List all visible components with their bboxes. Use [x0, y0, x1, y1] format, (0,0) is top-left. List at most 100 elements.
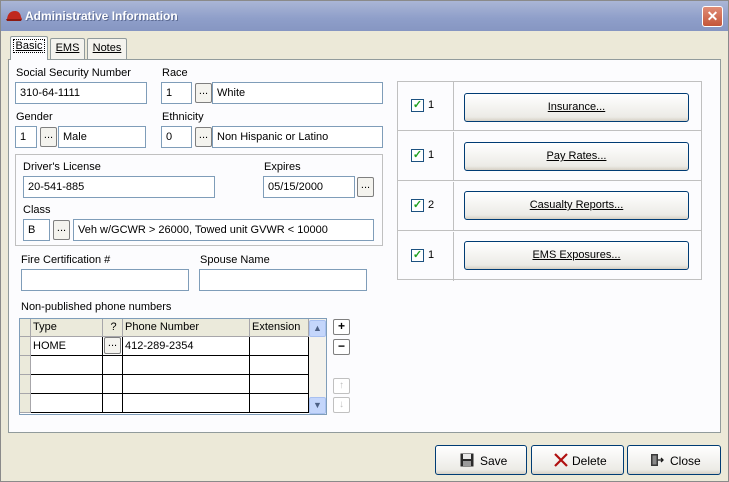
- pay-rates-count: 1: [428, 149, 435, 161]
- pay-rates-button-label: Pay Rates...: [546, 150, 607, 162]
- phone-numbers-grid[interactable]: Type ? Phone Number Extension HOME ... 4…: [19, 318, 327, 415]
- fire-certification-label: Fire Certification #: [21, 254, 111, 266]
- empty-cell[interactable]: [31, 375, 103, 394]
- exit-door-icon: [651, 454, 664, 466]
- empty-cell[interactable]: [250, 394, 309, 413]
- column-header-extension[interactable]: Extension: [250, 319, 309, 337]
- empty-cell[interactable]: [103, 356, 123, 375]
- ethnicity-label: Ethnicity: [162, 111, 204, 123]
- save-button-label: Save: [480, 454, 508, 468]
- phone-type-lookup-button[interactable]: ...: [104, 337, 121, 354]
- ssn-label: Social Security Number: [16, 67, 131, 79]
- delete-x-icon: [554, 453, 568, 467]
- grid-corner: [20, 319, 31, 337]
- ethnicity-lookup-button[interactable]: ...: [195, 127, 212, 147]
- class-lookup-button[interactable]: ...: [53, 220, 70, 240]
- tab-ems[interactable]: EMS: [50, 38, 85, 59]
- expires-field[interactable]: 05/15/2000: [263, 176, 355, 198]
- pay-rates-checkbox[interactable]: ✓: [411, 149, 424, 162]
- tab-notes-label: Notes: [92, 42, 122, 54]
- fire-helmet-icon: [6, 11, 22, 21]
- empty-cell[interactable]: [31, 394, 103, 413]
- casualty-reports-button[interactable]: Casualty Reports...: [464, 191, 689, 220]
- ems-exposures-checkbox[interactable]: ✓: [411, 249, 424, 262]
- class-label: Class: [23, 204, 51, 216]
- column-header-question[interactable]: ?: [103, 319, 123, 337]
- insurance-button[interactable]: Insurance...: [464, 93, 689, 122]
- ssn-field[interactable]: 310-64-1111: [15, 82, 147, 104]
- gender-code-field[interactable]: 1: [15, 126, 37, 148]
- class-text-field[interactable]: Veh w/GCWR > 26000, Towed unit GVWR < 10…: [73, 219, 374, 241]
- scroll-up-icon[interactable]: ▲: [309, 320, 326, 337]
- gender-text-field[interactable]: Male: [58, 126, 146, 148]
- column-header-phone-number[interactable]: Phone Number: [123, 319, 250, 337]
- ems-exposures-button-label: EMS Exposures...: [532, 249, 621, 261]
- ems-exposures-count: 1: [428, 249, 435, 261]
- empty-cell[interactable]: [123, 375, 250, 394]
- title-bar[interactable]: Administrative Information ✕: [1, 1, 728, 31]
- close-button[interactable]: Close: [627, 445, 721, 475]
- insurance-row: ✓ 1 Insurance...: [398, 82, 701, 131]
- race-code-field[interactable]: 1: [161, 82, 192, 104]
- delete-button[interactable]: Delete: [531, 445, 624, 475]
- ethnicity-code-field[interactable]: 0: [161, 126, 192, 148]
- empty-cell[interactable]: [103, 394, 123, 413]
- gender-label: Gender: [16, 111, 53, 123]
- race-label: Race: [162, 67, 188, 79]
- casualty-reports-button-label: Casualty Reports...: [529, 199, 624, 211]
- empty-cell[interactable]: [123, 394, 250, 413]
- expires-date-picker-button[interactable]: ...: [357, 177, 374, 197]
- casualty-reports-count: 2: [428, 199, 435, 211]
- pay-rates-row: ✓ 1 Pay Rates...: [398, 132, 701, 181]
- pay-rates-button[interactable]: Pay Rates...: [464, 142, 689, 171]
- insurance-checkbox[interactable]: ✓: [411, 99, 424, 112]
- spouse-name-label: Spouse Name: [200, 254, 270, 266]
- tab-basic[interactable]: Basic: [10, 36, 48, 60]
- phone-numbers-label: Non-published phone numbers: [21, 301, 172, 313]
- row-selector[interactable]: [20, 375, 31, 394]
- gender-lookup-button[interactable]: ...: [40, 127, 57, 147]
- tab-notes[interactable]: Notes: [87, 38, 127, 59]
- casualty-reports-row: ✓ 2 Casualty Reports...: [398, 182, 701, 231]
- row-selector[interactable]: [20, 394, 31, 413]
- empty-cell[interactable]: [31, 356, 103, 375]
- drivers-license-field[interactable]: 20-541-885: [23, 176, 215, 198]
- grid-vertical-scrollbar[interactable]: ▲ ▼: [309, 319, 326, 414]
- insurance-count: 1: [428, 99, 435, 111]
- race-text-field[interactable]: White: [212, 82, 383, 104]
- empty-cell[interactable]: [250, 375, 309, 394]
- tab-basic-label: Basic: [12, 39, 46, 53]
- close-button-label: Close: [670, 454, 701, 468]
- fire-certification-field[interactable]: [21, 269, 189, 291]
- ems-exposures-row: ✓ 1 EMS Exposures...: [398, 232, 701, 281]
- close-icon: ✕: [706, 8, 719, 24]
- casualty-reports-checkbox[interactable]: ✓: [411, 199, 424, 212]
- row-selector[interactable]: [20, 356, 31, 375]
- phone-extension-cell[interactable]: [250, 337, 309, 356]
- class-code-field[interactable]: B: [23, 219, 50, 241]
- move-down-button[interactable]: ↓: [333, 397, 350, 413]
- phone-question-cell[interactable]: ...: [103, 337, 123, 356]
- related-records-panel: ✓ 1 Insurance... ✓ 1 Pay Rates... ✓ 2 Ca…: [397, 81, 702, 281]
- scroll-down-icon[interactable]: ▼: [309, 397, 326, 414]
- tab-ems-label: EMS: [55, 42, 80, 54]
- row-selector[interactable]: [20, 337, 31, 356]
- add-phone-button[interactable]: +: [333, 319, 350, 335]
- window-close-button[interactable]: ✕: [702, 6, 723, 27]
- administrative-information-window: Administrative Information ✕ Basic EMS N…: [0, 0, 729, 482]
- phone-number-cell[interactable]: 412-289-2354: [123, 337, 250, 356]
- floppy-disk-icon: [460, 453, 474, 467]
- insurance-button-label: Insurance...: [547, 101, 606, 113]
- remove-phone-button[interactable]: −: [333, 339, 350, 355]
- column-header-type[interactable]: Type: [31, 319, 103, 337]
- save-button[interactable]: Save: [435, 445, 527, 475]
- ems-exposures-button[interactable]: EMS Exposures...: [464, 241, 689, 270]
- empty-cell[interactable]: [103, 375, 123, 394]
- spouse-name-field[interactable]: [199, 269, 367, 291]
- move-up-button[interactable]: ↑: [333, 378, 350, 394]
- race-lookup-button[interactable]: ...: [195, 83, 212, 103]
- empty-cell[interactable]: [250, 356, 309, 375]
- empty-cell[interactable]: [123, 356, 250, 375]
- phone-type-cell[interactable]: HOME: [31, 337, 103, 356]
- ethnicity-text-field[interactable]: Non Hispanic or Latino: [212, 126, 383, 148]
